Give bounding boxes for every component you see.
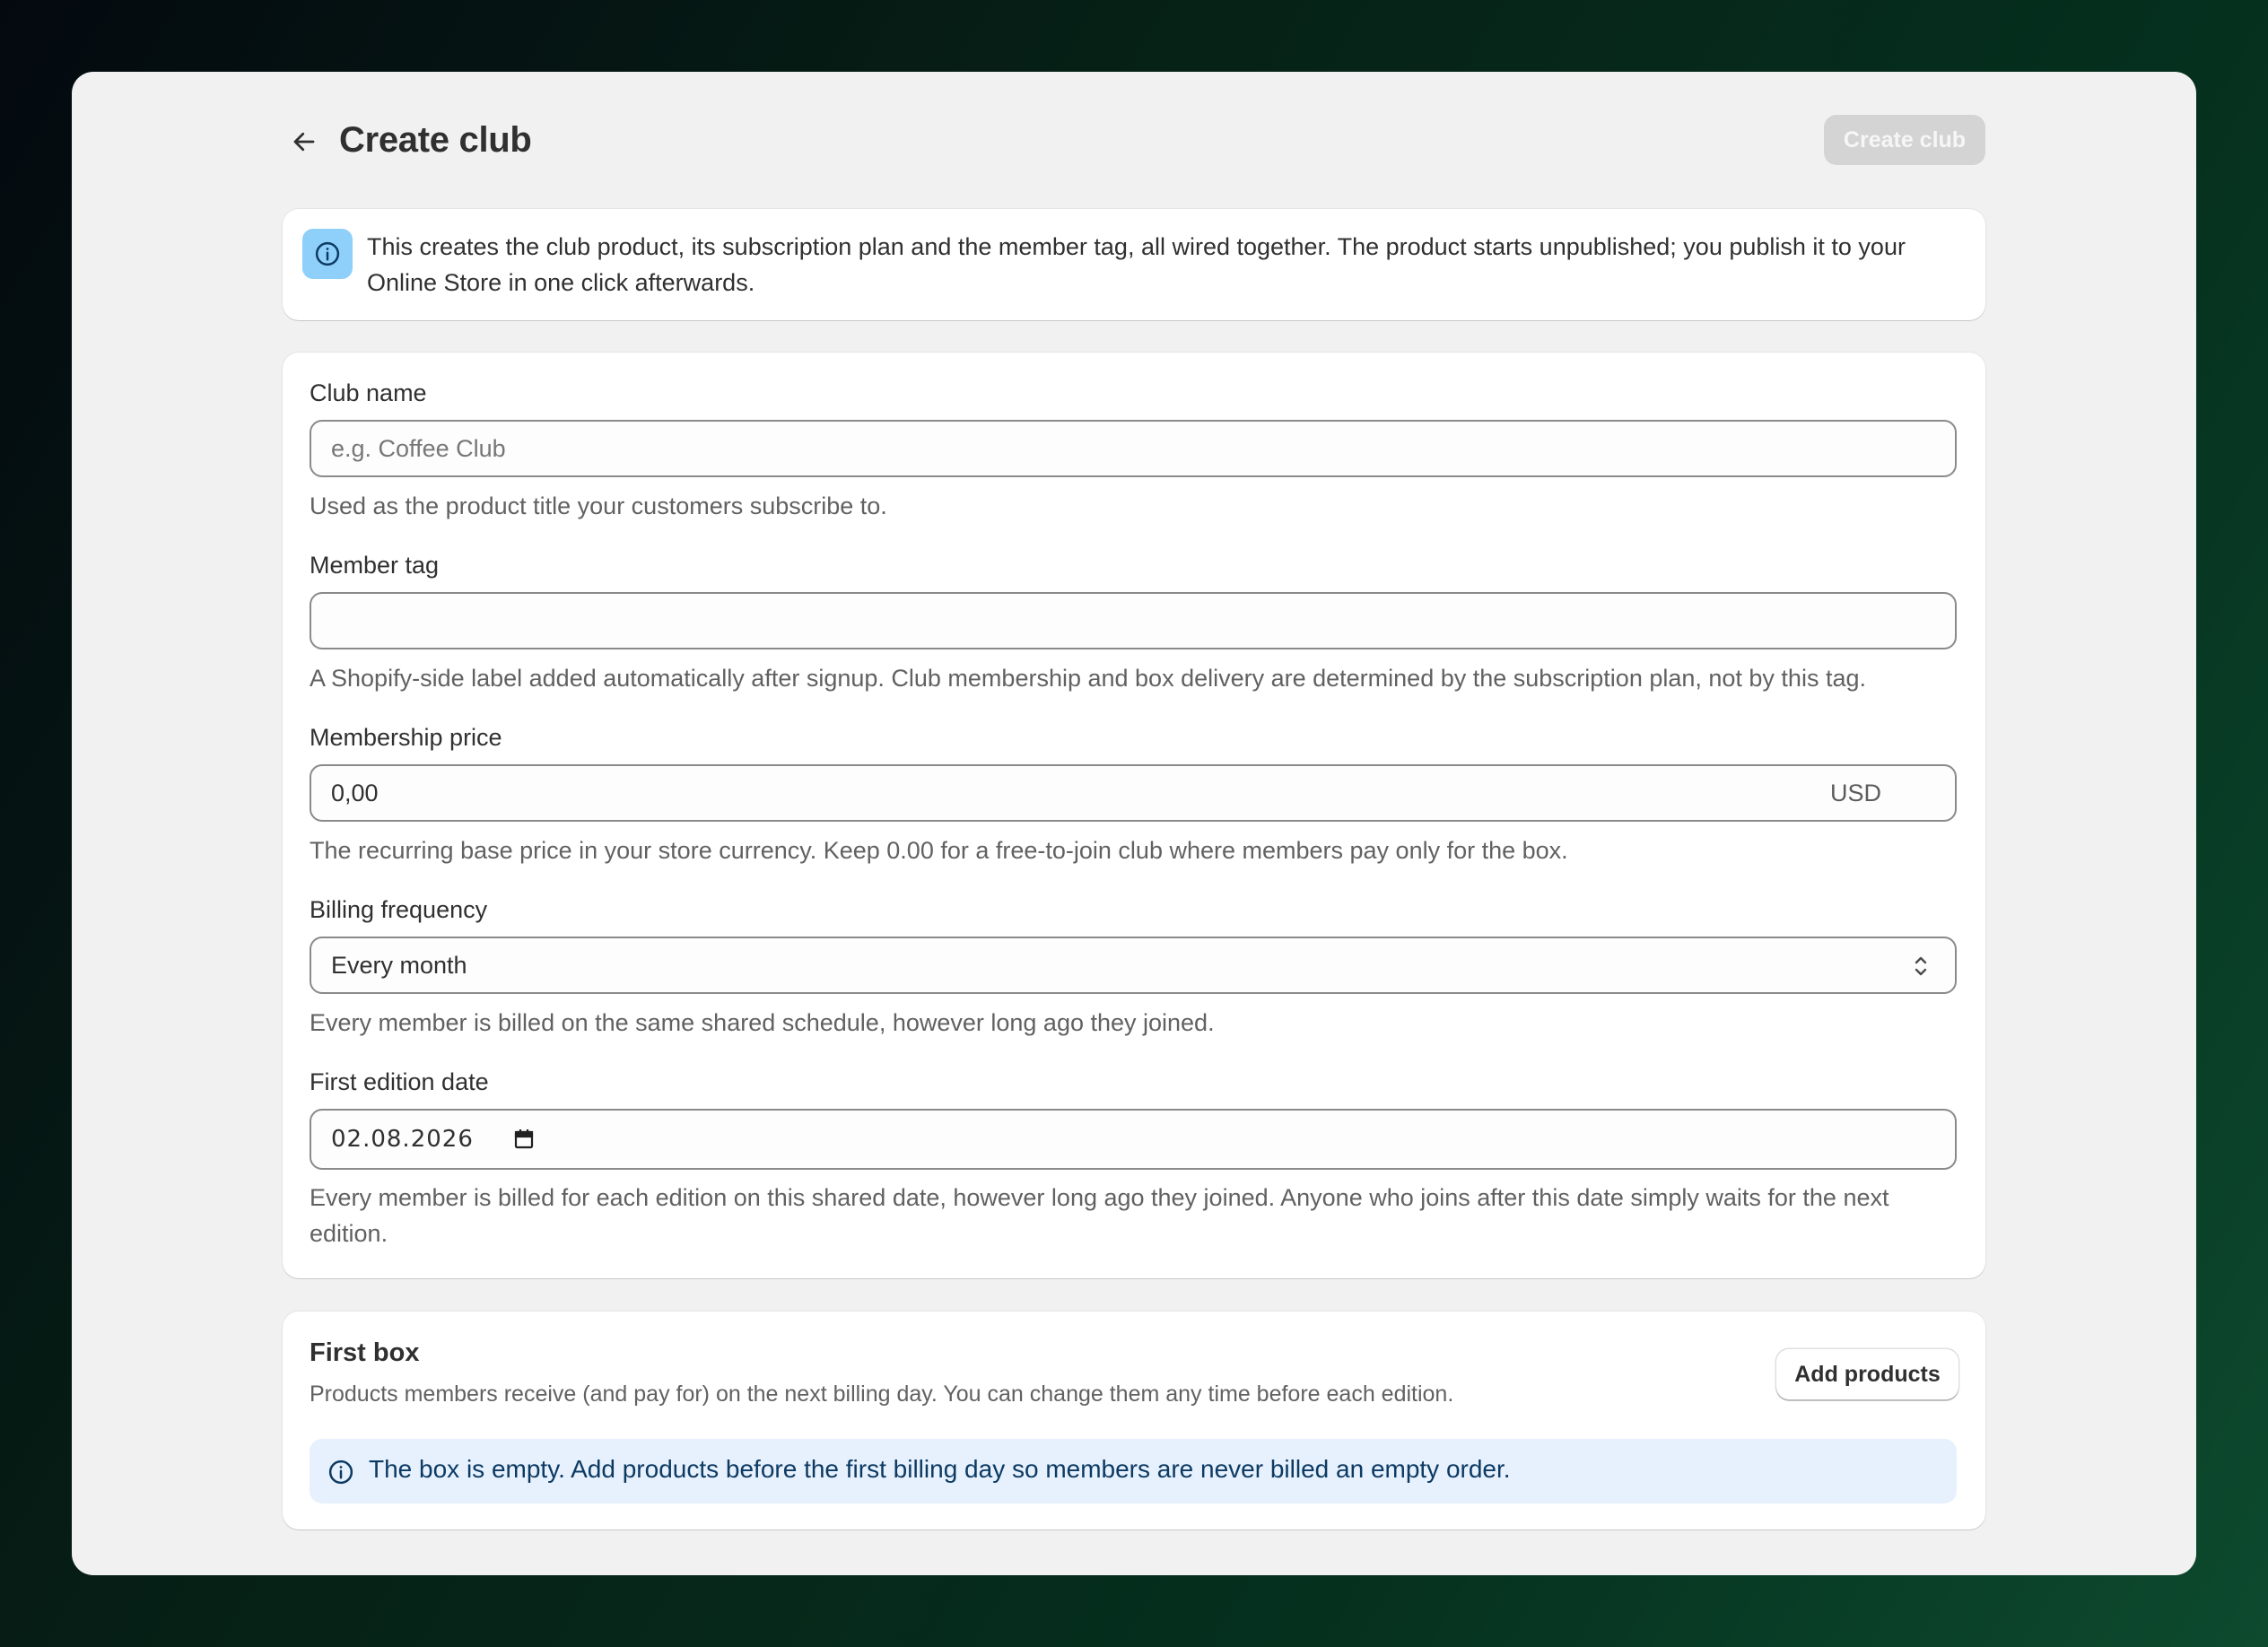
first-edition-date-input[interactable]: 02.08.2026 bbox=[310, 1109, 1957, 1170]
add-products-button[interactable]: Add products bbox=[1776, 1349, 1958, 1399]
info-card: This creates the club product, its subsc… bbox=[283, 209, 1985, 320]
billing-frequency-select[interactable]: Every month bbox=[310, 937, 1957, 994]
club-name-help: Used as the product title your customers… bbox=[310, 492, 887, 519]
club-name-input[interactable]: e.g. Coffee Club bbox=[310, 420, 1957, 477]
chevron-up-down-icon bbox=[1915, 956, 1927, 976]
club-name-label: Club name bbox=[310, 379, 427, 406]
calendar-icon[interactable] bbox=[514, 1128, 534, 1150]
first-edition-date-label: First edition date bbox=[310, 1068, 489, 1095]
billing-frequency-label: Billing frequency bbox=[310, 896, 488, 923]
first-box-subtitle: Products members receive (and pay for) o… bbox=[310, 1381, 1454, 1407]
app-window: Create club Create club This creates the… bbox=[72, 72, 2196, 1575]
info-icon bbox=[315, 241, 340, 266]
first-edition-date-value: 02.08.2026 bbox=[331, 1126, 474, 1153]
membership-price-help: The recurring base price in your store c… bbox=[310, 837, 1568, 864]
membership-price-label: Membership price bbox=[310, 724, 502, 751]
create-club-button[interactable]: Create club bbox=[1824, 115, 1985, 165]
currency-suffix: USD bbox=[1829, 779, 1881, 806]
first-box-title: First box bbox=[310, 1338, 420, 1367]
back-button[interactable] bbox=[288, 126, 320, 158]
club-details-card: Club name e.g. Coffee Club Used as the p… bbox=[283, 353, 1985, 1278]
billing-frequency-help: Every member is billed on the same share… bbox=[310, 1009, 1215, 1036]
empty-box-banner-text: The box is empty. Add products before th… bbox=[369, 1455, 1511, 1483]
info-icon bbox=[328, 1460, 353, 1485]
info-icon-badge bbox=[302, 229, 353, 279]
page-title: Create club bbox=[339, 120, 532, 160]
info-text: This creates the club product, its subsc… bbox=[367, 233, 1906, 296]
first-edition-date-help: Every member is billed for each edition … bbox=[310, 1184, 1889, 1247]
arrow-left-icon bbox=[293, 132, 315, 152]
club-name-placeholder: e.g. Coffee Club bbox=[331, 434, 506, 462]
member-tag-label: Member tag bbox=[310, 552, 440, 579]
membership-price-value: 0,00 bbox=[331, 779, 379, 806]
membership-price-input[interactable]: 0,00 USD bbox=[310, 764, 1957, 822]
member-tag-input[interactable] bbox=[310, 592, 1957, 649]
first-box-card: First box Products members receive (and … bbox=[283, 1312, 1985, 1529]
empty-box-banner: The box is empty. Add products before th… bbox=[310, 1439, 1957, 1503]
billing-frequency-value: Every month bbox=[331, 951, 467, 979]
page-header: Create club Create club bbox=[283, 115, 1985, 169]
member-tag-help: A Shopify-side label added automatically… bbox=[310, 665, 1866, 692]
